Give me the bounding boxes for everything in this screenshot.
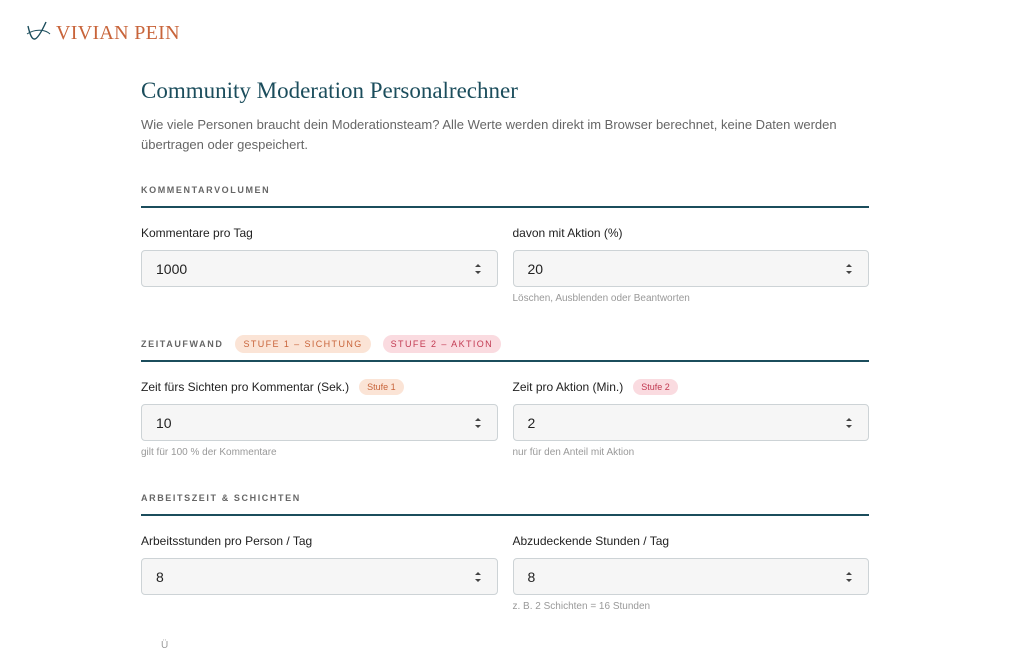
input-value: 8 [527, 568, 536, 585]
logo-mark-icon [26, 21, 51, 40]
field-label: Abzudeckende Stunden / Tag [512, 534, 670, 548]
field-hint [141, 293, 498, 307]
input-value: 1000 [156, 260, 188, 277]
field-label: Kommentare pro Tag [141, 226, 253, 240]
zeit-sichten-input[interactable]: 10 [141, 404, 498, 441]
brand-logo[interactable]: VIVIAN PEIN [24, 18, 180, 48]
section-kommentarvolumen: KOMMENTARVOLUMEN Kommentare pro Tag 1000… [141, 180, 869, 307]
field-hint: Löschen, Ausblenden oder Beantworten [512, 293, 690, 304]
field-davon-mit-aktion: davon mit Aktion (%) 20 Löschen, Ausblen… [512, 224, 869, 307]
stufe-1-badge: STUFE 1 – SICHTUNG [235, 335, 371, 353]
spinner-icon[interactable] [844, 416, 854, 430]
section-divider [141, 206, 869, 208]
stufe-2-tag: Stufe 2 [633, 379, 678, 395]
input-value: 10 [156, 414, 172, 431]
spinner-icon[interactable] [473, 570, 483, 584]
field-label: Arbeitsstunden pro Person / Tag [141, 534, 313, 548]
spinner-icon[interactable] [844, 262, 854, 276]
davon-mit-aktion-input[interactable]: 20 [512, 250, 869, 287]
field-zeit-sichten: Zeit fürs Sichten pro Kommentar (Sek.) S… [141, 378, 498, 461]
spinner-icon[interactable] [473, 262, 483, 276]
page-title: Community Moderation Personalrechner [141, 78, 518, 103]
section-title: KOMMENTARVOLUMEN [141, 185, 271, 195]
field-hint [141, 601, 498, 615]
kommentare-pro-tag-input[interactable]: 1000 [141, 250, 498, 287]
field-abzudeckende-stunden: Abzudeckende Stunden / Tag 8 z. B. 2 Sch… [512, 532, 869, 615]
field-hint: gilt für 100 % der Kommentare [141, 447, 277, 458]
field-label: Zeit fürs Sichten pro Kommentar (Sek.) [141, 380, 350, 394]
spinner-icon[interactable] [473, 416, 483, 430]
abzudeckende-stunden-input[interactable]: 8 [512, 558, 869, 595]
brand-name: VIVIAN PEIN [56, 21, 180, 44]
zeit-pro-aktion-input[interactable]: 2 [512, 404, 869, 441]
input-value: 20 [527, 260, 544, 277]
next-section-title-cutoff: Ü [161, 640, 169, 648]
field-label: Zeit pro Aktion (Min.) [512, 380, 624, 394]
page-intro: Wie viele Personen braucht dein Moderati… [141, 117, 837, 152]
stufe-2-badge: STUFE 2 – AKTION [382, 335, 502, 353]
field-zeit-pro-aktion: Zeit pro Aktion (Min.) Stufe 2 2 nur für… [512, 378, 869, 461]
section-divider [141, 360, 869, 362]
field-hint: nur für den Anteil mit Aktion [512, 447, 635, 458]
field-arbeitsstunden: Arbeitsstunden pro Person / Tag 8 [141, 532, 498, 615]
field-hint: z. B. 2 Schichten = 16 Stunden [512, 601, 651, 612]
section-title: ARBEITSZEIT & SCHICHTEN [141, 493, 301, 503]
input-value: 8 [156, 568, 164, 585]
input-value: 2 [527, 414, 536, 431]
field-kommentare-pro-tag: Kommentare pro Tag 1000 [141, 224, 498, 307]
section-zeitaufwand: ZEITAUFWAND STUFE 1 – SICHTUNG STUFE 2 –… [141, 334, 869, 461]
section-divider [141, 514, 869, 516]
section-arbeitszeit: ARBEITSZEIT & SCHICHTEN Arbeitsstunden p… [141, 488, 869, 615]
section-title: ZEITAUFWAND [141, 339, 224, 349]
field-label: davon mit Aktion (%) [512, 226, 623, 240]
arbeitsstunden-input[interactable]: 8 [141, 558, 498, 595]
stufe-1-tag: Stufe 1 [359, 379, 404, 395]
spinner-icon[interactable] [844, 570, 854, 584]
